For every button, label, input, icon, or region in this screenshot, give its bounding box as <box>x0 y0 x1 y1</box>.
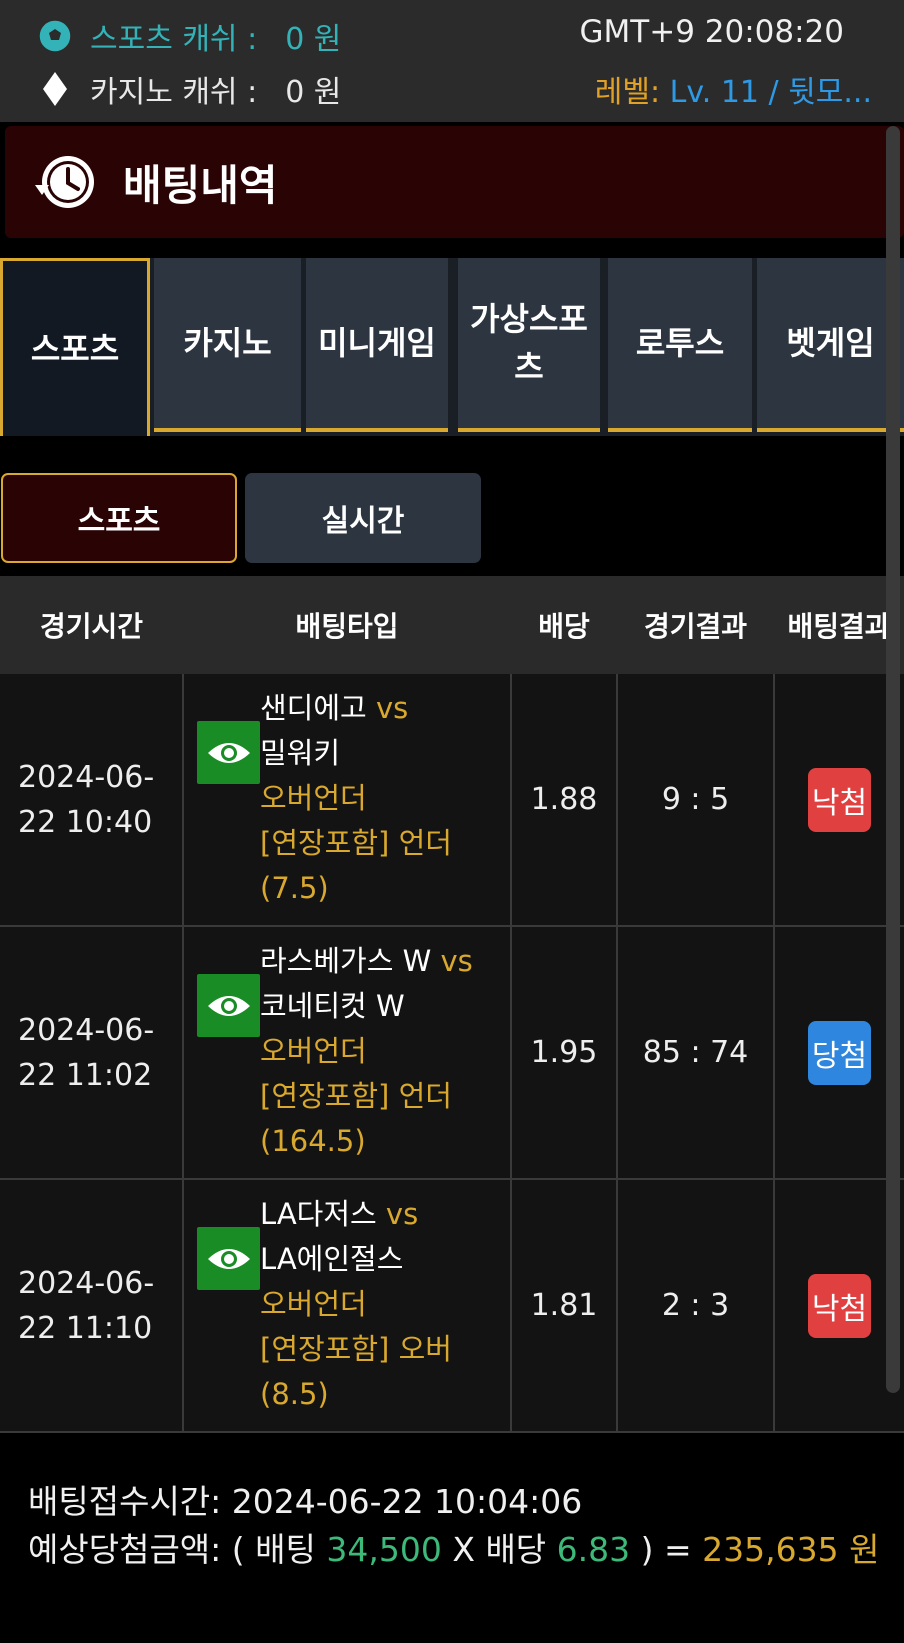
level-value: Lv. 11 / 뒷모... <box>669 75 872 110</box>
payout-amount: 235,635 <box>702 1530 839 1569</box>
tab-sports[interactable]: 스포츠 <box>0 258 150 436</box>
casino-cash-label: 카지노 캐쉬 : <box>90 75 258 110</box>
match-time: 2024-06- 22 10:40 <box>18 759 155 840</box>
bet-details: LA다저스 vs LA에인절스 오버언더 [연장포함] 오버 (8.5) <box>260 1192 500 1417</box>
home-team: 라스베가스 W <box>260 944 432 978</box>
bet-result-cell: 낙첨 <box>775 1180 904 1431</box>
column-divider <box>182 1180 184 1431</box>
subtab-sports[interactable]: 스포츠 <box>1 473 237 563</box>
bet-details: 라스베가스 W vs 코네티컷 W 오버언더 [연장포함] 언더 (164.5) <box>260 939 500 1164</box>
category-tabs: 스포츠 카지노 미니게임 가상스포츠 로투스 벳게임 <box>0 258 904 436</box>
home-team: LA다저스 <box>260 1197 377 1231</box>
total-odds: 6.83 <box>556 1530 631 1569</box>
score-value: 85 : 74 <box>642 1035 749 1070</box>
vs-label: vs <box>385 1197 419 1231</box>
stake-amount: 34,500 <box>326 1530 442 1569</box>
diamond-icon <box>36 70 74 108</box>
payout-unit: 원 <box>849 1530 880 1569</box>
stake-prefix: ( 배팅 <box>231 1530 316 1569</box>
col-match-time: 경기시간 <box>39 610 144 643</box>
expected-payout-line: 예상당첨금액: ( 배팅 34,500 X 배당 6.83 ) = 235,63… <box>28 1526 888 1574</box>
table-row: 2024-06- 22 10:40 샌디에고 vs 밀워키 오버언더 [연장포함… <box>0 674 904 927</box>
col-bet-result: 배팅결과 <box>787 610 891 643</box>
vs-label: vs <box>440 944 473 978</box>
bet-result-cell: 당첨 <box>775 927 904 1178</box>
bet-pick: [연장포함] 언더 <box>260 1079 452 1113</box>
page-title: 배팅내역 <box>123 160 278 210</box>
sports-cash-row: 스포츠 캐쉬 : 0 원 <box>36 14 341 58</box>
sports-cash-value: 0 원 <box>285 22 342 57</box>
bet-result-cell: 낙첨 <box>775 674 904 925</box>
tab-betgame[interactable]: 벳게임 <box>757 258 904 432</box>
page-title-bar: 배팅내역 <box>5 126 904 238</box>
away-team: 코네티컷 W <box>260 989 405 1023</box>
away-team: 밀워키 <box>260 736 341 770</box>
score-value: 9 : 5 <box>661 782 730 817</box>
market-type: 오버언더 <box>260 781 367 815</box>
odds-value: 1.81 <box>530 1288 598 1323</box>
history-clock-icon <box>35 156 94 208</box>
tab-minigame[interactable]: 미니게임 <box>306 258 448 432</box>
status-badge: 낙첨 <box>807 1273 872 1338</box>
received-time-value: 2024-06-22 10:04:06 <box>231 1482 583 1521</box>
odds-prefix: X 배당 <box>452 1530 547 1569</box>
col-bet-type: 배팅타입 <box>295 610 399 643</box>
server-clock: GMT+9 20:08:20 <box>579 14 844 50</box>
subtab-live[interactable]: 실시간 <box>245 473 481 563</box>
tab-lotus[interactable]: 로투스 <box>608 258 752 432</box>
score-value: 2 : 3 <box>661 1288 730 1323</box>
bet-details: 샌디에고 vs 밀워키 오버언더 [연장포함] 언더 (7.5) <box>260 686 500 911</box>
col-match-result: 경기결과 <box>643 610 748 643</box>
casino-cash-value: 0 원 <box>285 75 342 110</box>
odds-value: 1.95 <box>530 1035 598 1070</box>
sports-cash-label: 스포츠 캐쉬 : <box>90 22 258 57</box>
status-badge: 당첨 <box>807 1020 872 1085</box>
table-row: 2024-06- 22 11:02 라스베가스 W vs 코네티컷 W 오버언더… <box>0 927 904 1180</box>
casino-cash-row: 카지노 캐쉬 : 0 원 <box>36 67 341 111</box>
expected-payout-label: 예상당첨금액: <box>28 1530 222 1569</box>
bet-line: (8.5) <box>260 1377 329 1411</box>
vertical-scrollbar[interactable] <box>886 126 900 1393</box>
tab-virtual-sports[interactable]: 가상스포츠 <box>458 258 600 432</box>
odds-value: 1.88 <box>530 782 598 817</box>
received-time-label: 배팅접수시간: <box>28 1482 222 1521</box>
market-type: 오버언더 <box>260 1034 367 1068</box>
bet-line: (164.5) <box>260 1124 366 1158</box>
view-details-eye-icon[interactable] <box>197 974 260 1037</box>
match-time: 2024-06- 22 11:10 <box>18 1265 155 1346</box>
status-header: 스포츠 캐쉬 : 0 원 카지노 캐쉬 : 0 원 GMT+9 20:08:20… <box>0 0 904 122</box>
bet-pick: [연장포함] 언더 <box>260 826 452 860</box>
equals-sign: ) = <box>640 1530 692 1569</box>
vs-label: vs <box>375 691 409 725</box>
view-details-eye-icon[interactable] <box>197 1227 260 1290</box>
bet-line: (7.5) <box>260 871 329 905</box>
user-level[interactable]: 레벨: Lv. 11 / 뒷모... <box>595 67 872 111</box>
match-time: 2024-06- 22 11:02 <box>18 1012 155 1093</box>
table-header: 경기시간 배팅타입 배당 경기결과 배팅결과 <box>0 576 904 674</box>
bet-pick: [연장포함] 오버 <box>260 1332 452 1366</box>
view-details-eye-icon[interactable] <box>197 721 260 784</box>
table-row: 2024-06- 22 11:10 LA다저스 vs LA에인절스 오버언더 [… <box>0 1180 904 1433</box>
status-badge: 낙첨 <box>807 767 872 832</box>
received-time-line: 배팅접수시간: 2024-06-22 10:04:06 <box>28 1478 888 1526</box>
level-label: 레벨: <box>594 75 661 110</box>
home-team: 샌디에고 <box>260 691 367 725</box>
col-odds: 배당 <box>538 610 590 643</box>
bet-summary: 배팅접수시간: 2024-06-22 10:04:06 예상당첨금액: ( 배팅… <box>28 1478 888 1574</box>
away-team: LA에인절스 <box>260 1242 404 1276</box>
tab-casino[interactable]: 카지노 <box>154 258 301 432</box>
column-divider <box>182 927 184 1178</box>
soccer-ball-icon <box>36 17 74 55</box>
column-divider <box>182 674 184 925</box>
market-type: 오버언더 <box>260 1287 367 1321</box>
